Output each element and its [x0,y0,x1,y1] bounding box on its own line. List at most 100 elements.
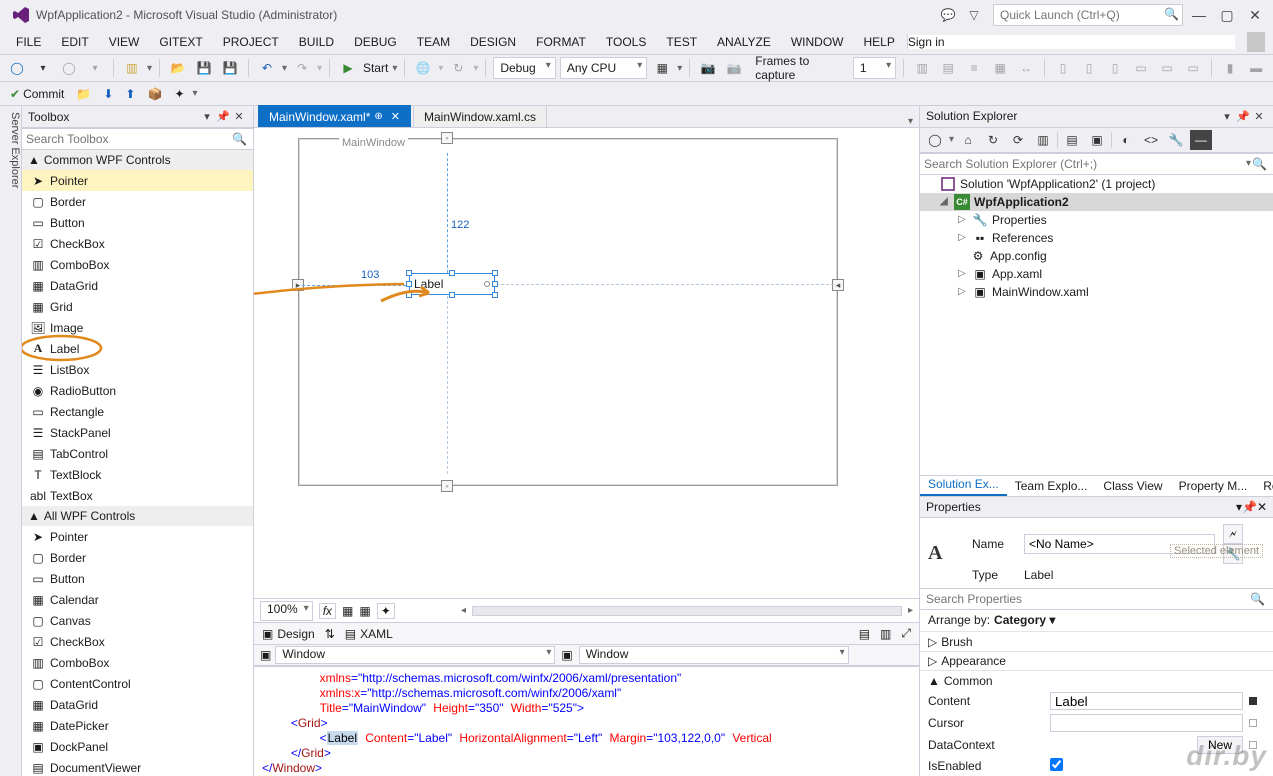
start-label[interactable]: Start [363,61,388,75]
toolbox-item-tabcontrol[interactable]: ▤TabControl [22,443,253,464]
toolbox-search-input[interactable] [26,132,249,146]
anchor-bottom[interactable]: ◦ [441,480,453,492]
tbl1-icon[interactable]: ▥ [911,57,933,79]
toolbox-item2-border[interactable]: ▢Border [22,547,253,568]
sol-showall-icon[interactable]: ▥ [1032,130,1054,150]
menu-team[interactable]: TEAM [409,32,458,52]
camera-icon[interactable]: 📷 [697,57,719,79]
tbl5-icon[interactable]: ↔ [1015,57,1037,79]
prop-datacontext-new-button[interactable]: New [1197,736,1243,754]
arrange-dropdown[interactable]: Category ▾ [994,613,1055,627]
sol-appxaml[interactable]: ▷▣App.xaml [920,265,1273,283]
feedback-icon[interactable]: ▽ [963,4,985,26]
platform-dropdown[interactable]: Any CPU [560,57,647,79]
toolbox-item2-button[interactable]: ▭Button [22,568,253,589]
xaml-editor[interactable]: xmlns="http://schemas.microsoft.com/winf… [254,666,919,776]
tbl4-icon[interactable]: ▦ [989,57,1011,79]
sol-properties[interactable]: ▷🔧Properties [920,211,1273,229]
split-v-icon[interactable]: ▥ [880,627,891,641]
sol-preview-icon[interactable]: ◐ [1115,130,1137,150]
maximize-button[interactable]: ▢ [1215,7,1239,24]
commit-button[interactable]: ✔Commit [6,84,68,104]
sol-home-icon[interactable]: ⌂ [957,130,979,150]
sol-mainwindow[interactable]: ▷▣MainWindow.xaml [920,283,1273,301]
prop-isenabled-checkbox[interactable] [1050,758,1063,771]
solution-close-icon[interactable]: ✕ [1251,110,1267,123]
swap-panes-icon[interactable]: ⇅ [325,627,335,641]
git-settings-icon[interactable]: ✦ [170,84,188,104]
toolbox-item2-calendar[interactable]: ▦Calendar [22,589,253,610]
pin-icon[interactable]: ⊕ [374,111,382,122]
tbl2-icon[interactable]: ▤ [937,57,959,79]
design-window[interactable]: MainWindow ◦ ▸ ◂ ◦ 122 103 Label [298,138,838,486]
toolbox-category-all[interactable]: ▲All WPF Controls [22,506,253,526]
menu-help[interactable]: HELP [855,32,902,52]
toolbox-item-grid[interactable]: ▦Grid [22,296,253,317]
tab-mainwindow-xaml[interactable]: MainWindow.xaml*⊕✕ [258,105,411,127]
properties-close-icon[interactable]: ✕ [1257,500,1267,514]
element-dropdown-left[interactable]: Window [275,646,555,664]
save-button[interactable]: 💾 [193,57,215,79]
git-stash-icon[interactable]: 📦 [143,84,166,104]
menu-debug[interactable]: DEBUG [346,32,405,52]
prop-search-input[interactable] [926,592,1267,606]
xaml-tab[interactable]: ▤ XAML [345,627,393,641]
save-all-button[interactable]: 💾 [219,57,241,79]
nav-fwd-dd[interactable]: ▾ [84,57,106,79]
designer-label-element[interactable]: Label [409,273,495,295]
processes-button[interactable]: ▦ [651,57,673,79]
toolbox-item-listbox[interactable]: ☰ListBox [22,359,253,380]
toolbox-item-textbox[interactable]: ablTextBox [22,485,253,506]
config-dropdown[interactable]: Debug [493,57,555,79]
sol-root[interactable]: Solution 'WpfApplication2' (1 project) [920,175,1273,193]
sol-back-icon[interactable]: ◯ [924,130,946,150]
sol-scope-icon[interactable]: — [1190,130,1212,150]
toolbox-item-combobox[interactable]: ▥ComboBox [22,254,253,275]
close-tab-icon[interactable]: ✕ [391,110,400,123]
fx-button[interactable]: fx [319,603,336,619]
al3-icon[interactable]: ▯ [1104,57,1126,79]
prop-cat-appearance[interactable]: ▷Appearance [920,651,1273,671]
anchor-right[interactable]: ◂ [832,279,844,291]
toolbox-item-rectangle[interactable]: ▭Rectangle [22,401,253,422]
expand-icon[interactable]: ⤢ [901,626,911,641]
toolbox-item-textblock[interactable]: TTextBlock [22,464,253,485]
al5-icon[interactable]: ▭ [1156,57,1178,79]
tab-mainwindow-cs[interactable]: MainWindow.xaml.cs [413,105,547,127]
toolbox-item-label[interactable]: ALabel [22,338,253,359]
solution-pin-icon[interactable]: 📌 [1235,110,1251,123]
al2-icon[interactable]: ▯ [1078,57,1100,79]
undo-button[interactable]: ↶ [256,57,278,79]
sol-project[interactable]: ◢C#WpfApplication2 [920,193,1273,211]
sz2-icon[interactable]: ▬ [1245,57,1267,79]
element-dropdown-right[interactable]: Window [579,646,849,664]
frames-dropdown[interactable]: 1 [853,57,896,79]
toolbox-options-dd[interactable]: ▾ [199,110,215,123]
start-button[interactable]: ▶ [337,57,359,79]
xaml-designer[interactable]: MainWindow ◦ ▸ ◂ ◦ 122 103 Label [254,128,919,598]
toolbox-item-checkbox[interactable]: ☑CheckBox [22,233,253,254]
sol-collapse-icon[interactable]: ▤ [1061,130,1083,150]
menu-format[interactable]: FORMAT [528,32,594,52]
menu-analyze[interactable]: ANALYZE [709,32,779,52]
zoom-dropdown[interactable]: 100% [260,601,313,621]
prop-marker-icon[interactable] [1249,697,1257,705]
git-pull-icon[interactable]: ⬇ [99,84,117,104]
al1-icon[interactable]: ▯ [1052,57,1074,79]
avatar-icon[interactable] [1247,32,1265,52]
menu-tools[interactable]: TOOLS [598,32,654,52]
menu-build[interactable]: BUILD [291,32,342,52]
server-explorer-rail[interactable]: Server Explorer [0,106,22,776]
toolbox-item2-dockpanel[interactable]: ▣DockPanel [22,736,253,757]
snap-button[interactable]: ▦ [359,604,370,618]
new-project-button[interactable]: ▥ [121,57,143,79]
toolbox-item2-combobox[interactable]: ▥ComboBox [22,652,253,673]
prop-events-button[interactable]: 🗲 [1223,524,1243,544]
nav-back-button[interactable]: ◯ [6,57,28,79]
menu-project[interactable]: PROJECT [215,32,287,52]
subtab-team[interactable]: Team Explo... [1007,476,1096,496]
subtab-classview[interactable]: Class View [1095,476,1170,496]
nav-fwd-button[interactable]: ◯ [58,57,80,79]
toolbox-item-radiobutton[interactable]: ◉RadioButton [22,380,253,401]
subtab-propertymgr[interactable]: Property M... [1171,476,1256,496]
